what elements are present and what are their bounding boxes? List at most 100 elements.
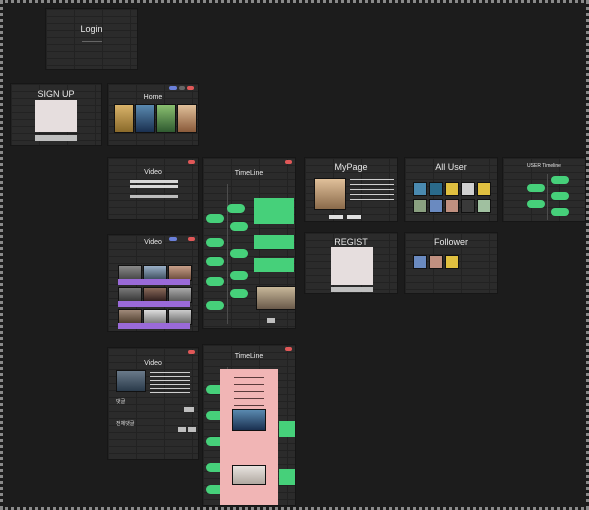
home-alert-badge[interactable] [187,86,194,90]
video-detail-comment-submit[interactable] [184,407,194,412]
timeline-post-card-1[interactable] [254,198,294,224]
timeline-detail-alert-badge[interactable] [285,347,292,351]
video-detail-screen: Video 댓글 전체댓글 [107,347,199,460]
login-underline [82,41,102,42]
video-list-caption-row-3[interactable] [118,323,190,329]
timeline-detail-side-card-1[interactable] [279,421,295,437]
mypage-title: MyPage [334,162,368,172]
all-user-avatar-8[interactable] [445,199,459,213]
timeline-bubble-9[interactable] [230,289,248,298]
all-user-avatar-3[interactable] [445,182,459,196]
timeline-title: TimeLine [234,170,264,177]
regist-submit-button[interactable] [331,287,373,292]
video-category-row-2[interactable] [130,185,178,188]
login-title: Login [80,24,103,34]
all-user-avatar-5[interactable] [477,182,491,196]
video-list-caption-row-1[interactable] [118,279,190,285]
mypage-edit-button[interactable] [329,215,343,219]
regist-title: REGIST [334,237,368,247]
all-user-avatar-10[interactable] [477,199,491,213]
user-timeline-bubble-5[interactable] [551,208,569,216]
signup-form[interactable] [35,100,77,132]
user-timeline-bubble-4[interactable] [527,200,545,208]
all-user-title: All User [435,162,467,172]
timeline-alert-badge[interactable] [285,160,292,164]
all-user-avatar-6[interactable] [413,199,427,213]
video-alert-badge[interactable] [188,160,195,164]
timeline-detail-topbar [203,345,295,352]
video-list-screen: Video [107,234,199,332]
user-timeline-axis [547,174,548,220]
timeline-detail-side-card-2[interactable] [279,469,295,485]
timeline-topbar [203,158,295,165]
timeline-detail-modal-image-2[interactable] [232,465,266,485]
timeline-post-card-2[interactable] [254,235,294,249]
video-detail-topbar [108,348,198,355]
video-detail-player[interactable] [116,370,146,392]
signup-screen: SIGN UP [10,83,102,146]
follower-avatar-2[interactable] [429,255,443,269]
video-list-title: Video [144,239,162,246]
video-detail-alert-badge[interactable] [188,350,195,354]
home-screen: Home [107,83,199,146]
video-detail-all-comments-label: 전체댓글 [116,421,135,427]
timeline-bubble-5[interactable] [230,249,248,258]
home-thumb-4[interactable] [177,104,197,133]
timeline-detail-modal-text [234,377,264,413]
signup-submit-button[interactable] [35,135,77,141]
follower-screen: Follower [404,232,498,294]
mypage-delete-button[interactable] [347,215,361,219]
home-thumb-2[interactable] [135,104,155,133]
all-user-avatar-4[interactable] [461,182,475,196]
all-user-avatar-1[interactable] [413,182,427,196]
timeline-bubble-3[interactable] [230,222,248,231]
video-detail-info [150,372,190,394]
user-timeline-title: USER Timeline [527,163,561,169]
home-topbar [108,84,198,91]
video-detail-delete-button[interactable] [188,427,196,432]
login-screen: Login [45,8,138,70]
timeline-bubble-10[interactable] [206,301,224,310]
timeline-bubble-8[interactable] [206,277,224,286]
timeline-bubble-7[interactable] [230,271,248,280]
all-user-avatar-9[interactable] [461,199,475,213]
home-logout-badge[interactable] [179,86,185,90]
video-screen: Video [107,157,199,220]
follower-title: Follower [433,237,468,247]
timeline-detail-modal-image-1[interactable] [232,409,266,431]
signup-title: SIGN UP [37,89,75,99]
timeline-more-button[interactable] [267,318,275,323]
home-user-badge[interactable] [169,86,177,90]
timeline-bubble-1[interactable] [227,204,245,213]
video-detail-comment-label: 댓글 [116,399,126,405]
follower-avatar-3[interactable] [445,255,459,269]
home-title: Home [143,94,163,101]
follower-avatar-1[interactable] [413,255,427,269]
timeline-detail-screen: TimeLine [202,344,296,506]
video-category-row-3[interactable] [130,195,178,198]
timeline-post-card-3[interactable] [254,258,294,272]
all-user-avatar-7[interactable] [429,199,443,213]
timeline-detail-modal[interactable] [220,369,278,505]
video-list-caption-row-2[interactable] [118,301,190,307]
timeline-screen: TimeLine [202,157,296,329]
all-user-screen: All User [404,157,498,222]
home-thumb-1[interactable] [114,104,134,133]
video-detail-edit-button[interactable] [178,427,186,432]
user-timeline-screen: USER Timeline [502,157,586,222]
video-title: Video [144,169,162,176]
user-timeline-bubble-3[interactable] [551,192,569,200]
home-thumb-3[interactable] [156,104,176,133]
video-category-row-1[interactable] [130,180,178,183]
user-timeline-bubble-1[interactable] [551,176,569,184]
user-timeline-bubble-2[interactable] [527,184,545,192]
timeline-bubble-4[interactable] [206,238,224,247]
mypage-profile-info [350,179,394,204]
mypage-screen: MyPage [304,157,398,222]
timeline-bubble-2[interactable] [206,214,224,223]
timeline-post-image[interactable] [256,286,295,310]
video-topbar [108,158,198,165]
all-user-avatar-2[interactable] [429,182,443,196]
timeline-bubble-6[interactable] [206,257,224,266]
regist-form[interactable] [331,247,373,285]
